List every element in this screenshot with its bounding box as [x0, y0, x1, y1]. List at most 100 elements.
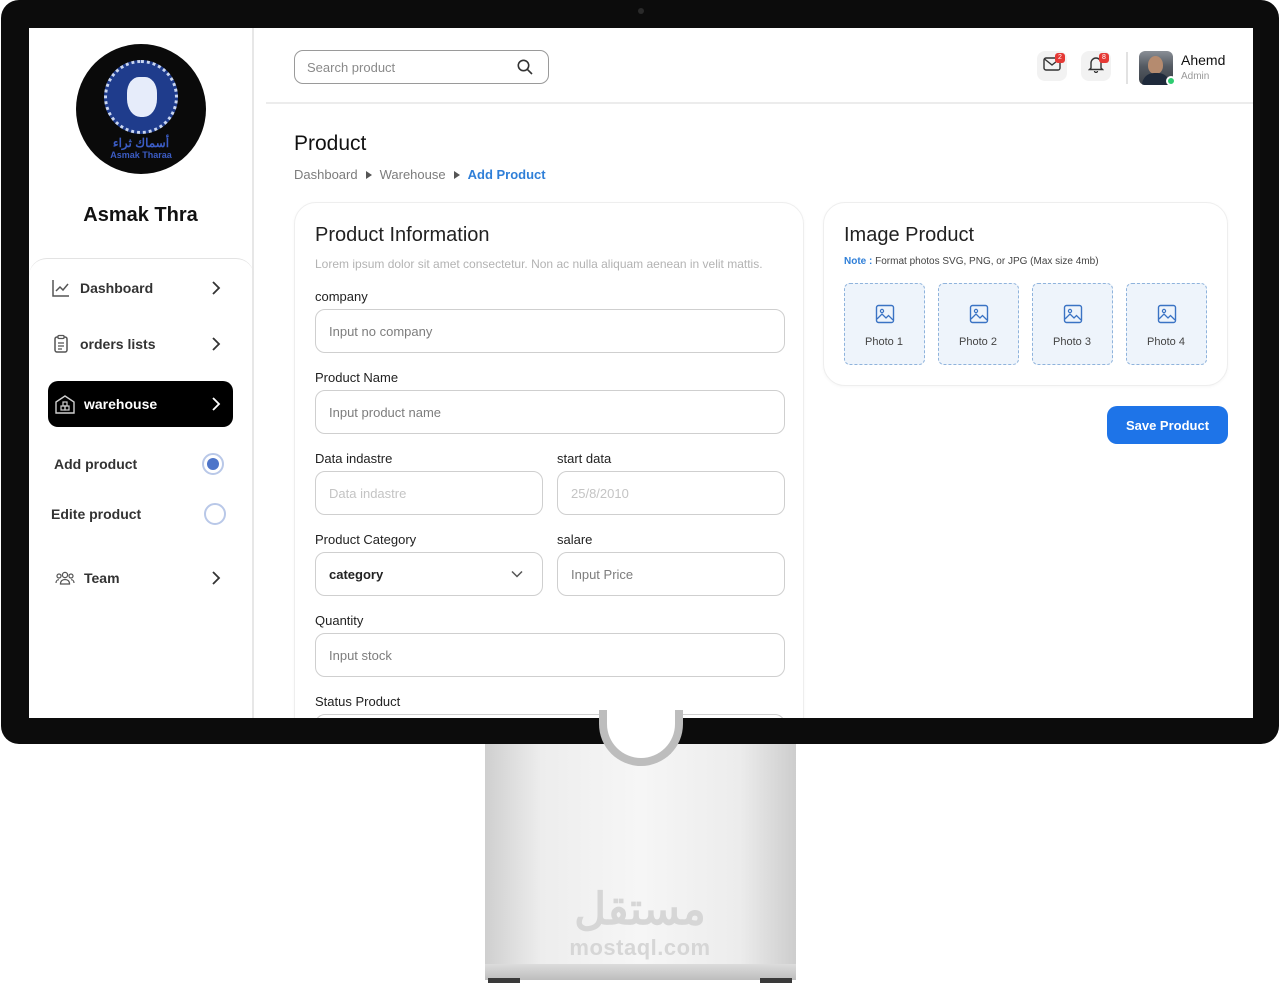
chevron-right-icon — [207, 279, 225, 297]
clipboard-icon — [50, 333, 72, 355]
brand-logo: أسماك ثراء Asmak Tharaa — [76, 44, 206, 174]
topbar: 2 8 Ahemd Admin — [266, 28, 1253, 104]
subitem-label: Add product — [54, 456, 138, 472]
sidebar-item-orders[interactable]: orders lists — [48, 321, 233, 367]
app-screen: أسماك ثراء Asmak Tharaa Asmak Thra Dashb… — [29, 28, 1253, 718]
category-select-value: category — [329, 566, 384, 582]
monitor-frame: أسماك ثراء Asmak Tharaa Asmak Thra Dashb… — [1, 0, 1279, 744]
stand-foot — [760, 978, 792, 983]
logo-emblem — [104, 60, 178, 134]
avatar-head — [1148, 56, 1163, 74]
user-name: Ahemd — [1181, 52, 1226, 68]
stand-base — [485, 964, 796, 980]
image-icon — [875, 304, 895, 329]
breadcrumb-separator-icon — [453, 170, 460, 179]
company-field[interactable] — [329, 323, 762, 339]
divider — [1126, 52, 1128, 84]
status-product-field[interactable] — [315, 714, 785, 718]
image-icon — [1157, 304, 1177, 329]
watermark-latin: mostaql.com — [569, 935, 711, 960]
card-description: Lorem ipsum dolor sit amet consectetur. … — [315, 257, 763, 271]
brand-name: Asmak Thra — [83, 204, 198, 226]
subitem-label: Edite product — [51, 506, 142, 522]
logo-text-arabic: أسماك ثراء — [112, 136, 170, 150]
card-title: Image Product — [844, 224, 975, 246]
sidebar-item-team[interactable]: Team — [48, 555, 233, 601]
watermark-arabic: مستقل — [574, 885, 706, 934]
online-status-dot — [1166, 76, 1176, 86]
data-indastre-field[interactable] — [329, 485, 532, 501]
start-data-label: start data — [557, 451, 612, 466]
sidebar-item-label: Team — [84, 570, 120, 586]
chevron-down-icon — [510, 567, 524, 586]
search-box[interactable] — [294, 50, 549, 84]
search-icon[interactable] — [516, 58, 534, 81]
product-name-label: Product Name — [315, 370, 399, 385]
data-indastre-label: Data indastre — [315, 451, 393, 466]
camera-dot — [638, 8, 644, 14]
sidebar-item-label: orders lists — [80, 336, 156, 352]
chevron-right-icon — [207, 395, 225, 413]
sidebar-item-label: Dashboard — [80, 280, 154, 296]
product-information-card: Product Information Lorem ipsum dolor si… — [294, 202, 804, 718]
photo-upload-1[interactable]: Photo 1 — [844, 283, 925, 365]
price-field-box[interactable] — [557, 552, 785, 596]
user-role: Admin — [1181, 71, 1210, 82]
image-icon — [969, 304, 989, 329]
breadcrumb-dashboard[interactable]: Dashboard — [294, 167, 358, 182]
photo-label: Photo 1 — [865, 336, 903, 348]
photo-label: Photo 2 — [959, 336, 997, 348]
search-input[interactable] — [307, 59, 502, 75]
company-field-box[interactable] — [315, 309, 785, 353]
quantity-field[interactable] — [329, 647, 762, 663]
watermark: مستقل mostaql.com — [540, 885, 740, 961]
photo-upload-3[interactable]: Photo 3 — [1032, 283, 1113, 365]
photo-label: Photo 3 — [1053, 336, 1091, 348]
radio-selected[interactable] — [202, 453, 224, 475]
logo-text-latin: Asmak Tharaa — [110, 150, 172, 160]
image-product-card: Image Product Note : Format photos SVG, … — [823, 202, 1228, 386]
chart-line-icon — [50, 277, 72, 299]
save-product-button[interactable]: Save Product — [1107, 406, 1228, 444]
sidebar-subitem-edit-product[interactable]: Edite product — [51, 500, 226, 528]
sidebar: أسماك ثراء Asmak Tharaa Asmak Thra Dashb… — [29, 28, 254, 718]
sidebar-subitem-add-product[interactable]: Add product — [54, 450, 224, 478]
card-title: Product Information — [315, 224, 490, 246]
product-name-field[interactable] — [329, 404, 762, 420]
price-field[interactable] — [571, 566, 774, 582]
status-product-label: Status Product — [315, 694, 401, 709]
image-icon — [1063, 304, 1083, 329]
radio-unselected[interactable] — [204, 503, 226, 525]
sidebar-item-dashboard[interactable]: Dashboard — [48, 265, 233, 311]
salare-label: salare — [557, 532, 593, 547]
breadcrumb: Dashboard Warehouse Add Product — [294, 167, 546, 182]
notification-button[interactable]: 8 — [1081, 51, 1111, 81]
company-label: company — [315, 289, 368, 304]
quantity-field-box[interactable] — [315, 633, 785, 677]
sidebar-item-warehouse[interactable]: warehouse — [48, 381, 233, 427]
mail-button[interactable]: 2 — [1037, 51, 1067, 81]
sidebar-nav: Dashboard orders lists warehouse Add pro… — [29, 258, 254, 718]
team-icon — [54, 567, 76, 589]
quantity-label: Quantity — [315, 613, 364, 628]
mail-badge: 2 — [1055, 53, 1065, 63]
chevron-right-icon — [207, 335, 225, 353]
product-name-field-box[interactable] — [315, 390, 785, 434]
chevron-right-icon — [207, 569, 225, 587]
stand-foot — [488, 978, 520, 983]
start-data-field[interactable] — [571, 485, 774, 501]
product-category-label: Product Category — [315, 532, 417, 547]
photo-upload-4[interactable]: Photo 4 — [1126, 283, 1207, 365]
page-title: Product — [294, 132, 367, 155]
photo-upload-2[interactable]: Photo 2 — [938, 283, 1019, 365]
breadcrumb-current: Add Product — [467, 167, 546, 182]
breadcrumb-separator-icon — [365, 170, 372, 179]
category-select[interactable]: category — [315, 552, 543, 596]
note-key: Note : — [844, 256, 873, 267]
logo-figure — [127, 77, 157, 117]
data-indastre-field-box[interactable] — [315, 471, 543, 515]
start-data-field-box[interactable] — [557, 471, 785, 515]
breadcrumb-warehouse[interactable]: Warehouse — [380, 167, 446, 182]
notification-badge: 8 — [1099, 53, 1109, 63]
format-note: Note : Format photos SVG, PNG, or JPG (M… — [844, 256, 1099, 267]
